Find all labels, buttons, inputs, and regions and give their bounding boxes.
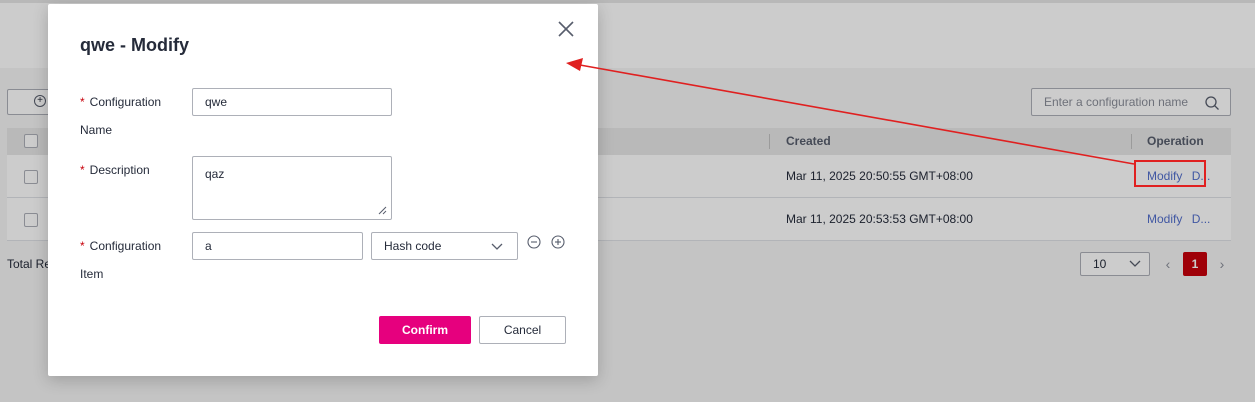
- configuration-item-label-line2: Item: [80, 267, 104, 281]
- required-mark: *: [80, 163, 85, 177]
- configuration-name-label: * Configuration: [80, 88, 161, 116]
- item-type-select[interactable]: Hash code: [371, 232, 518, 260]
- label-text: Configuration: [89, 239, 162, 253]
- configuration-name-input[interactable]: [192, 88, 392, 116]
- modify-dialog: qwe - Modify * Configuration Name * Descri…: [48, 4, 598, 376]
- item-type-value: Hash code: [384, 239, 442, 253]
- confirm-button[interactable]: Confirm: [379, 316, 471, 344]
- label-text: Configuration: [89, 95, 162, 109]
- close-icon[interactable]: [557, 20, 575, 38]
- chevron-down-icon: [491, 243, 503, 250]
- configuration-name-label-line2: Name: [80, 123, 113, 137]
- plus-circle-icon[interactable]: [551, 235, 565, 249]
- dialog-title: qwe - Modify: [80, 35, 189, 55]
- configuration-item-label: * Configuration: [80, 232, 161, 260]
- annotation-highlight-box: [1134, 160, 1206, 187]
- description-label: * Description: [80, 156, 150, 184]
- cancel-button[interactable]: Cancel: [479, 316, 566, 344]
- description-textarea[interactable]: qaz: [192, 156, 392, 220]
- required-mark: *: [80, 95, 85, 109]
- required-mark: *: [80, 239, 85, 253]
- resize-grip-icon[interactable]: [377, 205, 387, 215]
- minus-circle-icon[interactable]: [527, 235, 541, 249]
- configuration-item-input[interactable]: [192, 232, 363, 260]
- label-text: Description: [89, 163, 150, 177]
